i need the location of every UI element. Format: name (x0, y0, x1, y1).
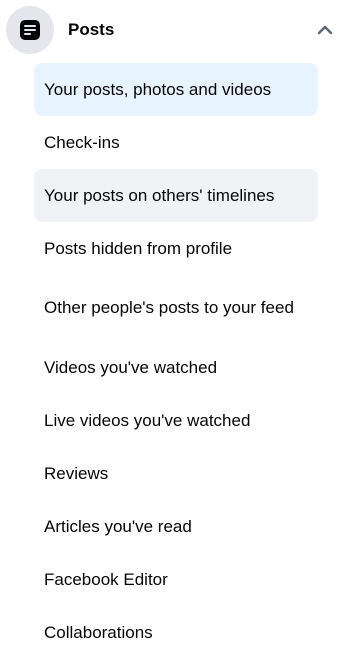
menu-item-posts-on-others-timelines[interactable]: Your posts on others' timelines (34, 169, 318, 222)
posts-submenu: Your posts, photos and videos Check-ins … (34, 63, 318, 651)
menu-item-label: Collaborations (44, 622, 153, 642)
chevron-up-icon (317, 25, 333, 35)
collapse-button[interactable] (315, 20, 335, 40)
posts-icon (20, 20, 40, 40)
menu-item-collaborations[interactable]: Collaborations (34, 606, 318, 651)
menu-item-label: Other people's posts to your feed (44, 298, 294, 317)
posts-icon-circle (6, 6, 54, 54)
menu-item-label: Posts hidden from profile (44, 238, 233, 258)
menu-item-articles-read[interactable]: Articles you've read (34, 500, 318, 553)
menu-item-label: Reviews (44, 463, 109, 483)
menu-item-label: Your posts on others' timelines (44, 185, 275, 205)
menu-item-posts-hidden-from-profile[interactable]: Posts hidden from profile (34, 222, 318, 275)
menu-item-label: Check-ins (44, 132, 120, 152)
menu-item-live-videos-watched[interactable]: Live videos you've watched (34, 394, 318, 447)
menu-item-label: Your posts, photos and videos (44, 79, 272, 99)
menu-item-videos-watched[interactable]: Videos you've watched (34, 341, 318, 394)
section-title: Posts (68, 20, 115, 39)
menu-item-reviews[interactable]: Reviews (34, 447, 318, 500)
menu-item-label: Facebook Editor (44, 569, 168, 589)
menu-item-facebook-editor[interactable]: Facebook Editor (34, 553, 318, 606)
menu-item-check-ins[interactable]: Check-ins (34, 116, 318, 169)
menu-item-label: Videos you've watched (44, 357, 218, 377)
menu-item-label: Live videos you've watched (44, 410, 251, 430)
posts-section-header[interactable]: Posts (0, 0, 351, 60)
menu-item-label: Articles you've read (44, 516, 192, 536)
menu-item-your-posts-photos-videos[interactable]: Your posts, photos and videos (34, 63, 318, 116)
menu-item-other-peoples-posts-to-feed[interactable]: Other people's posts to your feed (34, 275, 318, 341)
activity-log-posts-panel: Posts Your posts, photos and videos Chec… (0, 0, 351, 651)
